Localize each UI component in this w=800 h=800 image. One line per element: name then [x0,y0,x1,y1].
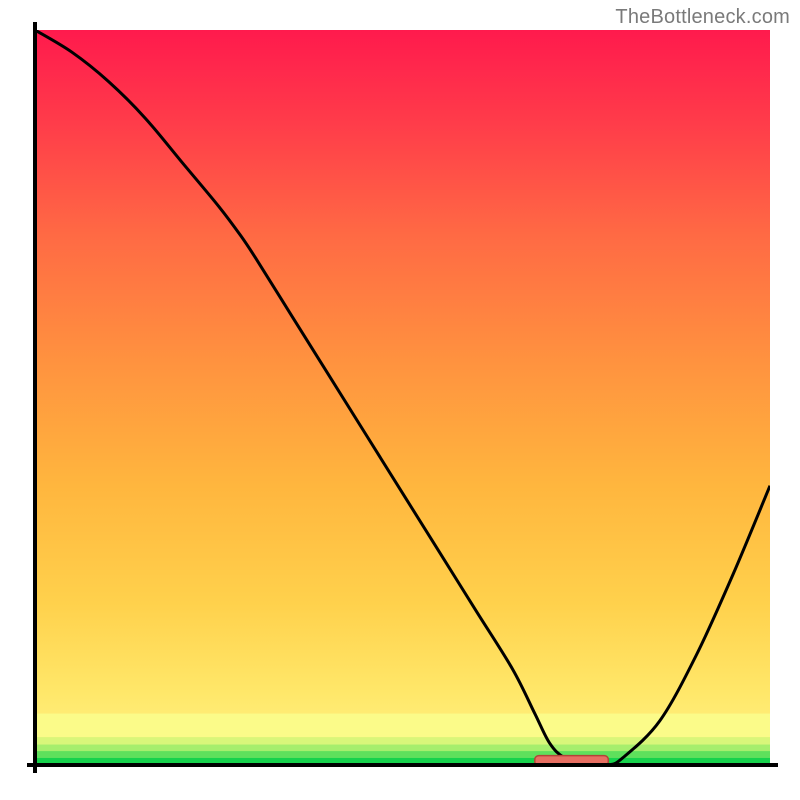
band-lime [35,744,770,751]
chart-container: TheBottleneck.com [0,0,800,800]
band-green-light [35,751,770,758]
watermark-label: TheBottleneck.com [615,6,790,29]
gradient-background [35,30,770,765]
band-yellow-pale [35,737,770,744]
bottleneck-chart [0,0,800,800]
plot-area [35,30,770,766]
band-yellow-light [35,714,770,738]
